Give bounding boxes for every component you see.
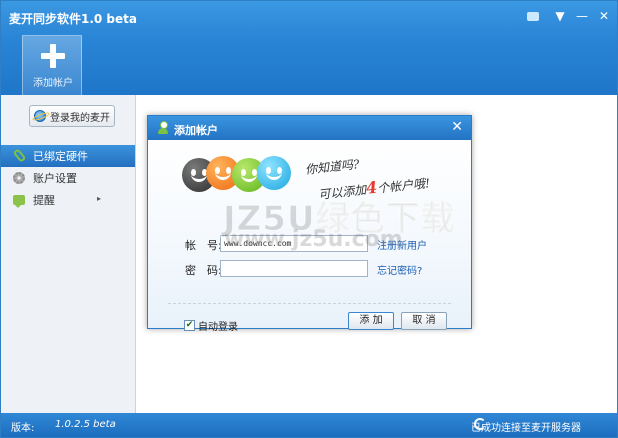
dialog-title: 添加帐户	[174, 124, 218, 137]
app-window: 麦开同步软件1.0 beta ▼ — ✕ 添加帐户 登录我的麦开 已绑定硬件 账…	[0, 0, 618, 438]
gear-icon	[13, 172, 25, 184]
sidebar-item-label: 已绑定硬件	[33, 150, 88, 163]
dialog-close-button[interactable]: ✕	[451, 119, 463, 135]
account-label: 帐 号:	[185, 239, 222, 252]
smiley-icon	[257, 156, 291, 190]
plus-icon	[41, 44, 65, 68]
add-button[interactable]: 添 加	[348, 312, 394, 330]
link-icon	[12, 148, 27, 163]
feedback-icon[interactable]	[527, 11, 539, 21]
window-controls: ▼ — ✕	[527, 6, 613, 26]
cancel-button[interactable]: 取 消	[401, 312, 447, 330]
sidebar: 登录我的麦开 已绑定硬件 账户设置 提醒 ▸	[1, 95, 136, 413]
header-bar: 麦开同步软件1.0 beta ▼ — ✕ 添加帐户	[1, 1, 617, 95]
dialog-title-bar: 添加帐户 ✕	[148, 116, 471, 140]
user-icon	[157, 121, 169, 135]
menu-button[interactable]: ▼	[551, 8, 569, 24]
status-bar: 版本: 1.0.2.5 beta 已成功连接至麦开服务器	[1, 413, 617, 437]
chat-icon	[13, 195, 25, 208]
divider	[168, 303, 451, 304]
sidebar-item-account-settings[interactable]: 账户设置	[1, 167, 135, 189]
close-button[interactable]: ✕	[595, 8, 613, 24]
login-button-label: 登录我的麦开	[50, 112, 110, 124]
auto-login-checkbox[interactable]: ✔ 自动登录	[184, 318, 238, 333]
minimize-button[interactable]: —	[573, 8, 591, 24]
login-button[interactable]: 登录我的麦开	[29, 105, 115, 127]
slogan-line-1: 你知道吗?	[304, 157, 361, 177]
app-title: 麦开同步软件1.0 beta	[9, 12, 137, 26]
add-account-tile[interactable]: 添加帐户	[22, 35, 82, 95]
add-account-tile-label: 添加帐户	[33, 78, 73, 89]
password-label: 密 码:	[185, 264, 222, 277]
connection-status: 已成功连接至麦开服务器	[471, 423, 581, 434]
sidebar-item-bound-hardware[interactable]: 已绑定硬件	[1, 145, 135, 167]
auto-login-label: 自动登录	[198, 322, 238, 333]
sidebar-item-reminders[interactable]: 提醒 ▸	[1, 189, 135, 211]
forgot-password-link[interactable]: 忘记密码?	[377, 262, 422, 277]
sidebar-item-label: 提醒	[33, 194, 55, 207]
sidebar-item-label: 账户设置	[33, 172, 77, 185]
chevron-right-icon: ▸	[97, 194, 102, 203]
checkbox-check-icon[interactable]: ✔	[184, 320, 195, 331]
version-label: 版本:	[11, 423, 35, 434]
browser-icon	[34, 110, 46, 122]
watermark-line-2: www.jz5u.com	[224, 227, 403, 252]
version-value: 1.0.2.5 beta	[55, 419, 116, 430]
password-input[interactable]	[220, 260, 368, 277]
